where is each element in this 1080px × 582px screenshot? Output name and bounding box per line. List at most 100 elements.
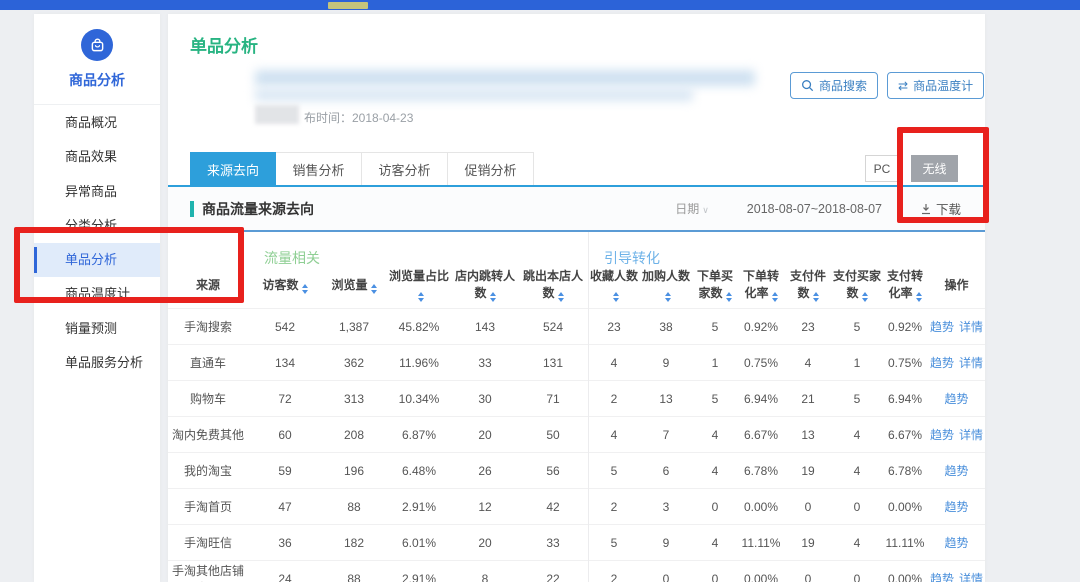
sidebar-item-销量预测[interactable]: 销量预测: [34, 312, 160, 346]
table-row: 我的淘宝591966.48%26565646.78%1946.78%趋势: [168, 452, 985, 488]
cell-value: 5: [832, 392, 882, 406]
action-link-趋势[interactable]: 趋势: [930, 356, 954, 370]
cell-value: 9: [640, 536, 692, 550]
tab-访客分析[interactable]: 访客分析: [362, 152, 448, 186]
cell-actions: 趋势详情: [928, 426, 985, 443]
cell-value: 1: [832, 356, 882, 370]
cell-value: 7: [640, 428, 692, 442]
analysis-tabs: 来源去向销售分析访客分析促销分析: [190, 152, 534, 186]
action-link-详情[interactable]: 详情: [959, 428, 983, 442]
tab-销售分析[interactable]: 销售分析: [276, 152, 362, 186]
cell-value: 50: [518, 428, 588, 442]
traffic-source-table: 流量相关引导转化 来源访客数浏览量浏览量占比店内跳转人数跳出本店人数收藏人数加购…: [168, 232, 985, 582]
cell-value: 9: [640, 356, 692, 370]
cell-value: 42: [518, 500, 588, 514]
sidebar-item-异常商品[interactable]: 异常商品: [34, 175, 160, 209]
sort-icon[interactable]: [772, 292, 778, 302]
action-link-趋势[interactable]: 趋势: [930, 572, 954, 582]
cell-value: 0.00%: [882, 500, 928, 514]
sort-icon[interactable]: [418, 292, 424, 302]
sidebar-item-分类分析[interactable]: 分类分析: [34, 209, 160, 243]
date-filter-dropdown[interactable]: 日期∨: [675, 200, 709, 217]
product-image-blurred: [187, 66, 248, 128]
section-title: 商品流量来源去向: [202, 199, 314, 219]
cell-actions: 趋势: [928, 498, 985, 515]
sidebar-item-商品效果[interactable]: 商品效果: [34, 140, 160, 174]
sort-icon[interactable]: [916, 292, 922, 302]
sort-icon[interactable]: [490, 292, 496, 302]
exchange-icon: ⇄: [898, 79, 908, 93]
action-link-详情[interactable]: 详情: [959, 320, 983, 334]
sort-icon[interactable]: [613, 292, 619, 302]
product-title-blur: [255, 70, 755, 86]
column-header-加购人数: 加购人数: [640, 268, 692, 301]
sort-icon[interactable]: [813, 292, 819, 302]
table-row: 购物车7231310.34%307121356.94%2156.94%趋势: [168, 380, 985, 416]
cell-value: 6.01%: [386, 536, 452, 550]
sidebar-item-商品概况[interactable]: 商品概况: [34, 106, 160, 140]
download-button[interactable]: 下载: [920, 199, 961, 218]
cell-value: 2.91%: [386, 572, 452, 582]
cell-source: 我的淘宝: [168, 462, 248, 479]
cell-value: 11.11%: [882, 536, 928, 550]
pc-toggle-button[interactable]: PC: [865, 155, 899, 182]
action-link-趋势[interactable]: 趋势: [930, 428, 954, 442]
action-link-趋势[interactable]: 趋势: [944, 464, 968, 478]
cell-value: 6.67%: [882, 428, 928, 442]
cell-value: 3: [640, 500, 692, 514]
cell-value: 26: [452, 464, 518, 478]
release-date-text: 布时间：2018-04-23: [304, 109, 413, 126]
sort-icon[interactable]: [862, 292, 868, 302]
sort-icon[interactable]: [665, 292, 671, 302]
cell-value: 45.82%: [386, 320, 452, 334]
action-link-趋势[interactable]: 趋势: [930, 320, 954, 334]
cell-value: 19: [784, 464, 832, 478]
cell-value: 196: [322, 464, 386, 478]
cell-value: 36: [248, 536, 322, 550]
wireless-toggle-button[interactable]: 无线: [911, 155, 958, 182]
cell-value: 6.48%: [386, 464, 452, 478]
product-thermometer-button[interactable]: ⇄ 商品温度计: [887, 72, 984, 99]
sidebar-item-单品服务分析[interactable]: 单品服务分析: [34, 346, 160, 380]
cell-value: 6: [640, 464, 692, 478]
action-link-详情[interactable]: 详情: [959, 572, 983, 582]
cell-value: 12: [452, 500, 518, 514]
cell-value: 1: [692, 356, 738, 370]
sort-icon[interactable]: [558, 292, 564, 302]
cell-source: 手淘其他店铺商品: [168, 562, 248, 582]
cell-value: 5: [588, 536, 640, 550]
sidebar-item-商品温度计[interactable]: 商品温度计: [34, 277, 160, 311]
column-header-跳出本店人数: 跳出本店人数: [518, 268, 588, 301]
cell-value: 24: [248, 572, 322, 582]
sort-icon[interactable]: [302, 284, 308, 294]
sidebar-item-单品分析[interactable]: 单品分析: [34, 243, 160, 277]
cell-value: 20: [452, 536, 518, 550]
column-header-下单转化率: 下单转化率: [738, 268, 784, 301]
action-link-趋势[interactable]: 趋势: [944, 392, 968, 406]
cell-value: 208: [322, 428, 386, 442]
action-link-趋势[interactable]: 趋势: [944, 536, 968, 550]
cell-value: 33: [518, 536, 588, 550]
table-row: 直通车13436211.96%331314910.75%410.75%趋势详情: [168, 344, 985, 380]
section-accent-bar: [190, 201, 194, 217]
cell-value: 23: [588, 320, 640, 334]
download-icon: [920, 203, 932, 215]
cell-value: 0: [692, 500, 738, 514]
cell-value: 143: [452, 320, 518, 334]
cell-value: 2: [588, 572, 640, 582]
column-header-收藏人数: 收藏人数: [588, 268, 640, 301]
top-bar-accent-segment: [328, 2, 368, 9]
page-title: 单品分析: [190, 32, 258, 57]
tab-促销分析[interactable]: 促销分析: [448, 152, 534, 186]
cell-value: 0.00%: [738, 500, 784, 514]
action-link-详情[interactable]: 详情: [959, 356, 983, 370]
cell-value: 0: [784, 572, 832, 582]
product-search-button[interactable]: 商品搜索: [790, 72, 878, 99]
action-link-趋势[interactable]: 趋势: [944, 500, 968, 514]
sort-icon[interactable]: [726, 292, 732, 302]
tab-来源去向[interactable]: 来源去向: [190, 152, 276, 186]
cell-value: 524: [518, 320, 588, 334]
sort-icon[interactable]: [371, 284, 377, 294]
column-header-浏览量: 浏览量: [322, 277, 386, 294]
cell-actions: 趋势: [928, 462, 985, 479]
